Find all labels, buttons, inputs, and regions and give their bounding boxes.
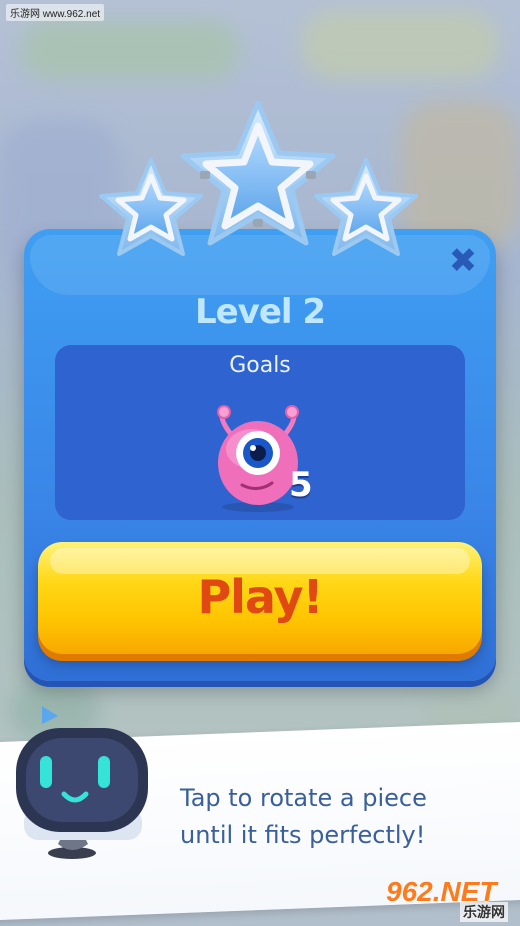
tip-line-1: Tap to rotate a piece xyxy=(180,784,427,812)
goal-count: 5 xyxy=(289,465,313,505)
play-button[interactable]: Play! xyxy=(38,542,482,654)
level-title: Level 2 xyxy=(194,292,326,332)
play-button-label: Play! xyxy=(197,570,323,624)
star-center-icon xyxy=(180,100,336,246)
watermark-top: 乐游网 www.962.net xyxy=(6,4,105,21)
robot-mascot-icon xyxy=(16,706,148,859)
star-right-icon xyxy=(314,158,418,256)
tip-line-2: until it fits perfectly! xyxy=(180,821,426,849)
watermark-bottom-sub: 乐游网 xyxy=(460,902,508,922)
tip-text: Tap to rotate a piece until it fits perf… xyxy=(180,780,500,854)
close-button[interactable]: ✖ xyxy=(446,244,480,278)
stars-rating xyxy=(99,100,418,256)
watermark-bottom: 962.NET 乐游网 xyxy=(386,876,514,922)
star-left-icon xyxy=(99,158,203,256)
goals-label: Goals xyxy=(229,353,291,378)
